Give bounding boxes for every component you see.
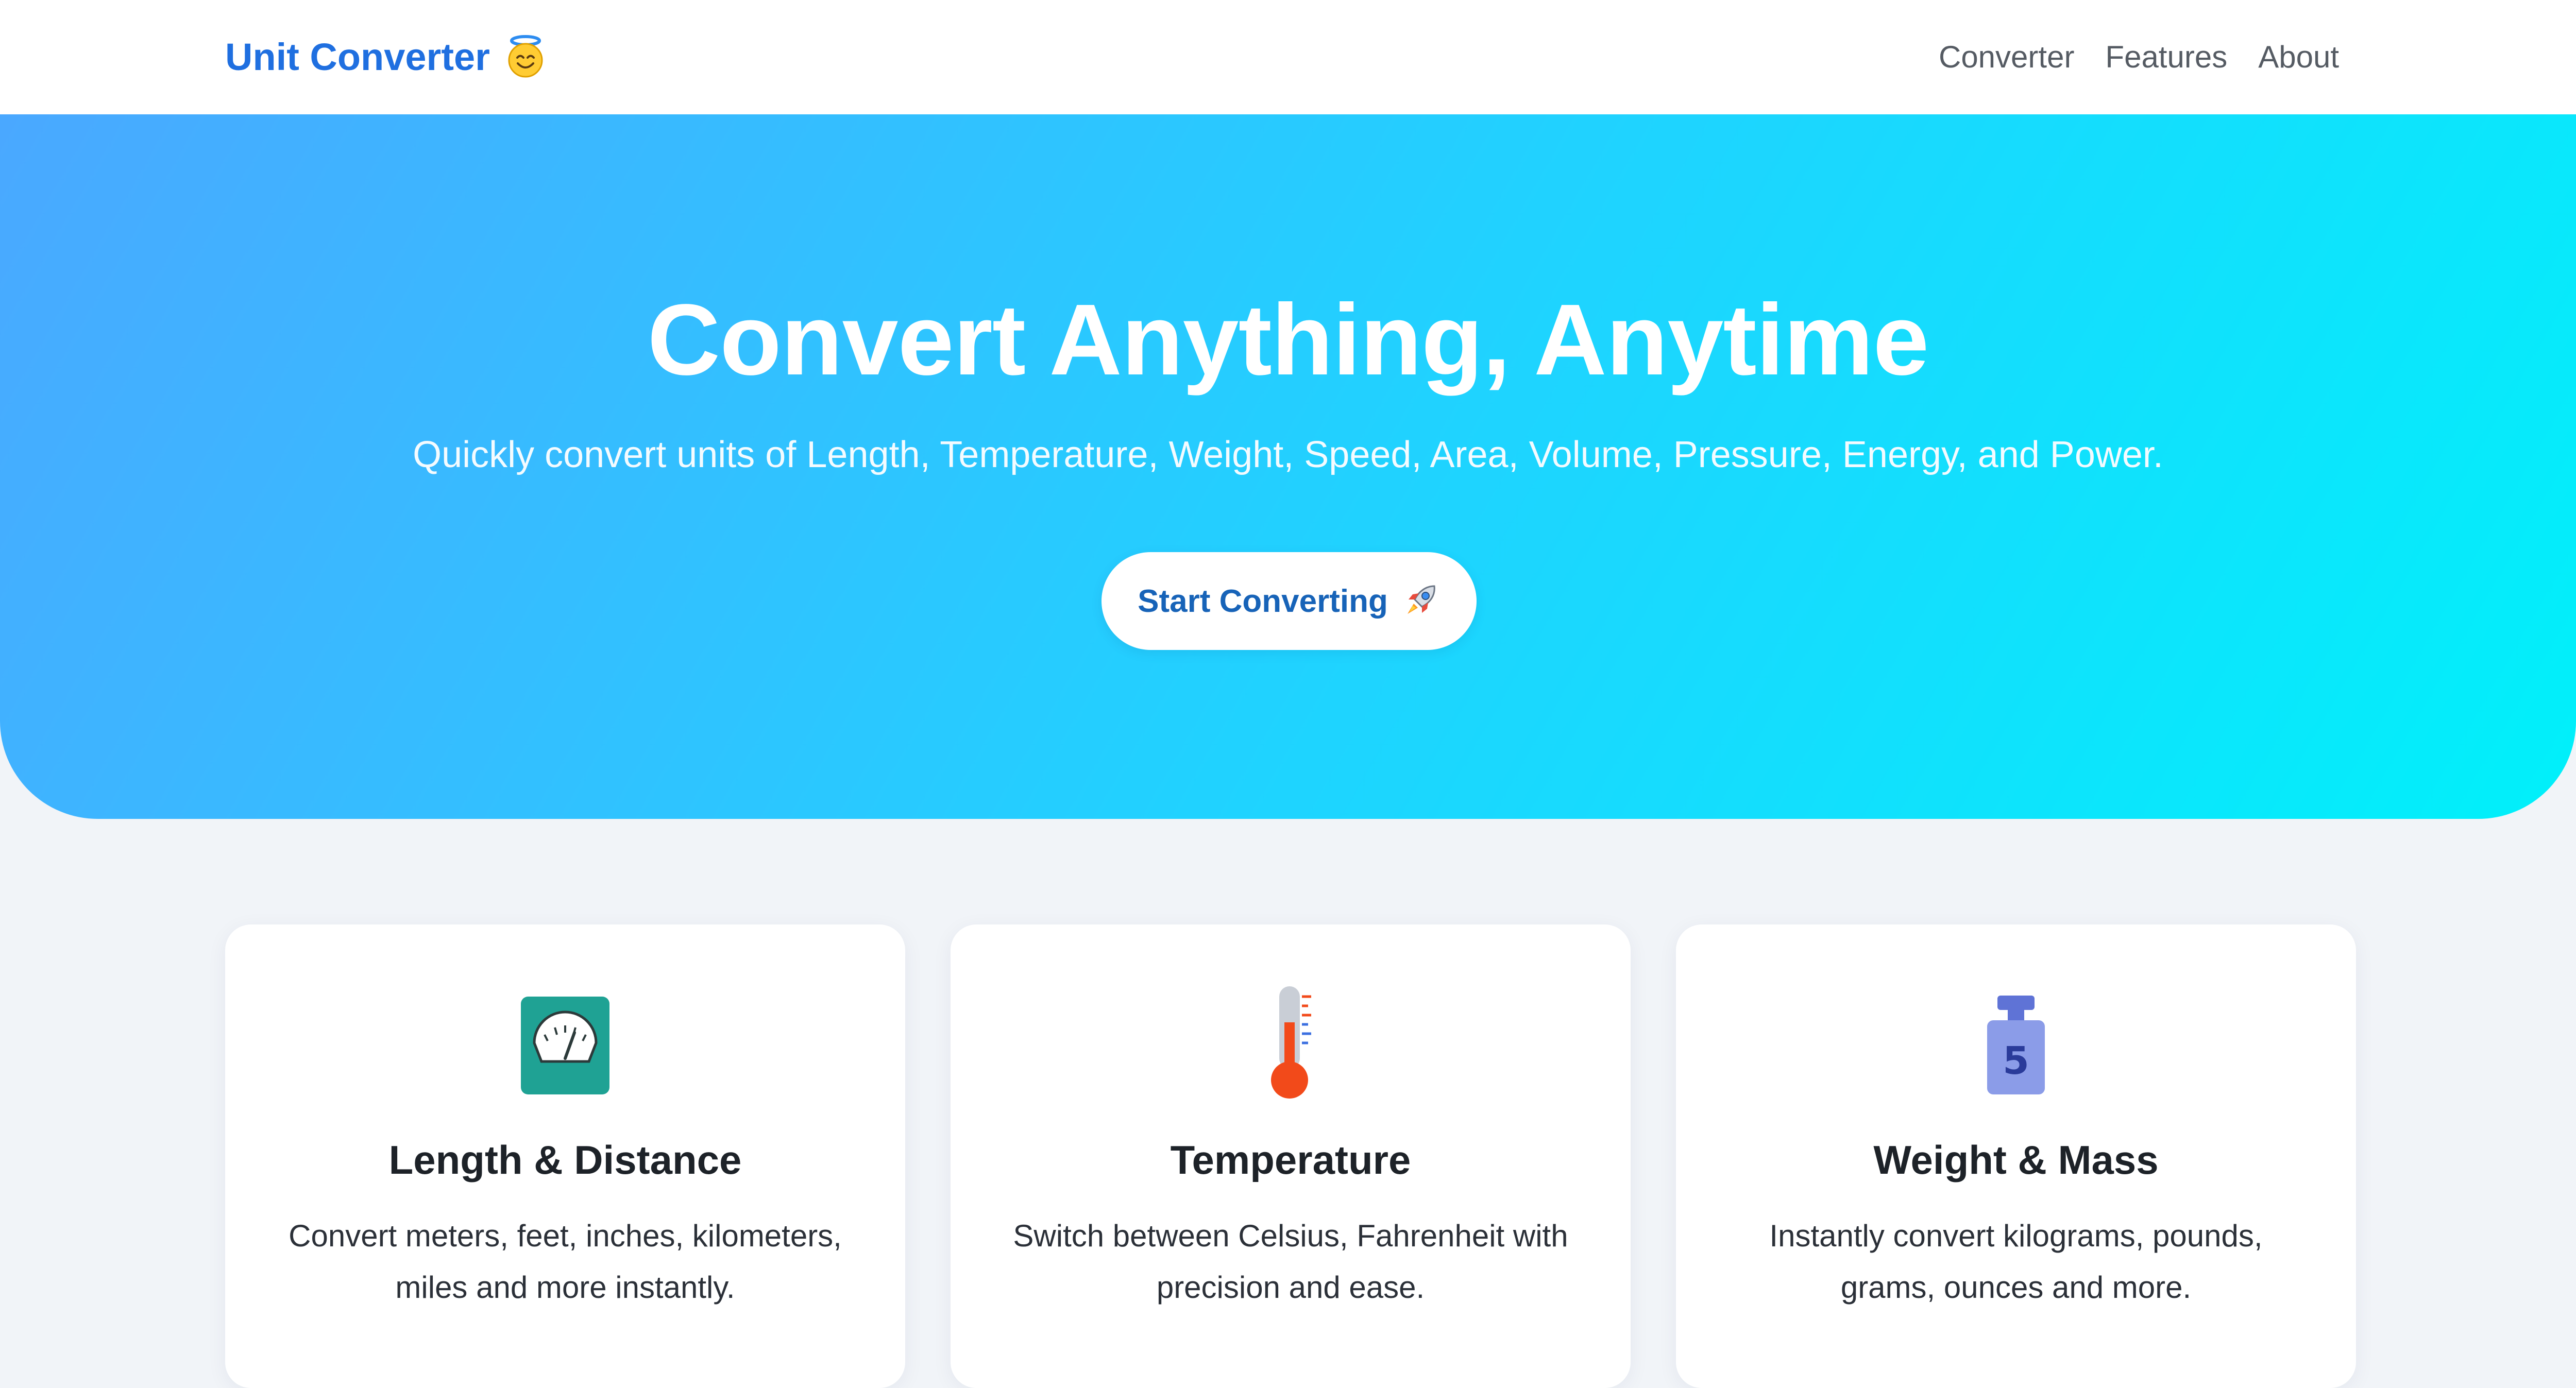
nav-link-converter[interactable]: Converter xyxy=(1939,39,2074,75)
navbar: Unit Converter Converter Features About xyxy=(0,0,2576,114)
brand-link[interactable]: Unit Converter xyxy=(225,31,548,82)
nav-link-features[interactable]: Features xyxy=(2105,39,2227,75)
feature-title: Temperature xyxy=(1170,1137,1411,1183)
nav-link-about[interactable]: About xyxy=(2258,39,2339,75)
feature-description: Switch between Celsius, Fahrenheit with … xyxy=(1013,1219,1568,1305)
feature-description: Convert meters, feet, inches, kilometers… xyxy=(289,1219,842,1305)
feature-description: Instantly convert kilograms, pounds, gra… xyxy=(1769,1219,2263,1305)
brand-name: Unit Converter xyxy=(225,35,490,78)
thermometer-icon xyxy=(1239,981,1342,1100)
hero-title: Convert Anything, Anytime xyxy=(647,283,1929,396)
start-converting-button[interactable]: Start Converting xyxy=(1101,552,1477,650)
feature-title: Weight & Mass xyxy=(1873,1137,2159,1183)
feature-card-temperature: Temperature Switch between Celsius, Fahr… xyxy=(951,924,1631,1388)
start-converting-label: Start Converting xyxy=(1138,583,1388,619)
feature-card-weight: 5 Weight & Mass Instantly convert kilogr… xyxy=(1676,924,2356,1388)
smiling-face-with-halo-icon xyxy=(503,35,548,79)
feature-card-length: Length & Distance Convert meters, feet, … xyxy=(225,924,905,1388)
rocket-icon xyxy=(1400,581,1440,621)
hero-subtitle: Quickly convert units of Length, Tempera… xyxy=(413,434,2163,475)
weight-5-icon: 5 xyxy=(1964,981,2067,1100)
feature-title: Length & Distance xyxy=(388,1137,742,1183)
hero-section: Convert Anything, Anytime Quickly conver… xyxy=(0,114,2576,819)
nav-links: Converter Features About xyxy=(1939,31,2339,82)
scale-gauge-icon xyxy=(514,981,617,1100)
svg-text:5: 5 xyxy=(2003,1039,2029,1083)
